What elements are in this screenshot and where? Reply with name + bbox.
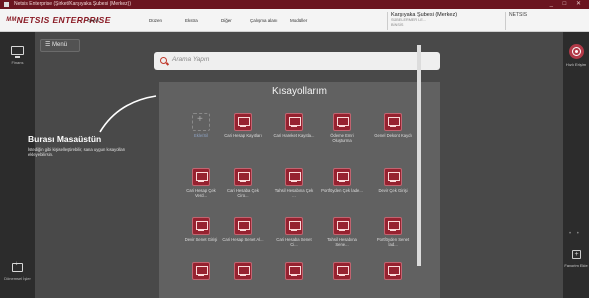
- quick-access-icon[interactable]: [569, 44, 584, 59]
- menubar: ᴹᴹNETSIS ENTERPRISE Genel Düzen Ekstra D…: [0, 9, 589, 32]
- shortcut-icon: [192, 262, 210, 280]
- shortcut-label: Genel Dekont Kaydı: [374, 133, 412, 138]
- shortcut-label: Cari Hesaba Çek Ciro...: [227, 188, 259, 199]
- left-sidebar: Finans Dönemsel İşler: [0, 32, 35, 298]
- menu-duzen[interactable]: Düzen: [149, 18, 162, 23]
- shortcut-tile[interactable]: [372, 262, 414, 298]
- shortcuts-title: Kısayollarım: [271, 86, 327, 97]
- app-icon: [4, 2, 9, 7]
- shortcut-icon: [285, 217, 303, 235]
- welcome-text: İstediğin gibi kişiselleştirebilir, sana…: [28, 147, 126, 158]
- shortcut-tile[interactable]: Devir Senet Girişi: [180, 217, 222, 259]
- add-icon: [192, 113, 210, 131]
- shortcut-label: Portföyden Senet İad...: [376, 237, 410, 248]
- desktop-area: ☰ Menü Arama Yapın Burası Masaüstün İste…: [28, 32, 563, 298]
- search-icon: [160, 57, 167, 64]
- right-sidebar: Hızlı Erişim • • + Favorim Ekle: [563, 32, 589, 298]
- shortcut-tile[interactable]: [180, 262, 222, 298]
- shortcut-label: Portföyden Çek İade...: [321, 188, 363, 193]
- shortcut-icon: [333, 262, 351, 280]
- shortcut-icon: [192, 217, 210, 235]
- donemsel-isler-label[interactable]: Dönemsel İşler: [0, 276, 35, 281]
- shortcut-label: Cari Hesap Çek Verd...: [186, 188, 216, 199]
- menu-button[interactable]: ☰ Menü: [40, 39, 80, 52]
- finans-label[interactable]: Finans: [0, 60, 35, 65]
- shortcut-tile[interactable]: Portföyden Çek İade...: [321, 168, 363, 210]
- shortcut-label: Ödeme Emri Oluşturma: [330, 133, 354, 144]
- shortcut-icon: [333, 168, 351, 186]
- menu-ekstra[interactable]: Ekstra: [185, 18, 198, 23]
- welcome-message: Burası Masaüstün İstediğin gibi kişisell…: [28, 134, 138, 157]
- add-favorite-label[interactable]: Favorim Ekle: [563, 263, 589, 268]
- shortcut-tile[interactable]: Genel Dekont Kaydı: [372, 113, 414, 155]
- shortcut-icon: [384, 113, 402, 131]
- search-bar[interactable]: Arama Yapın: [154, 52, 440, 70]
- shortcut-label: Tahsil Hesabına Çek ...: [274, 188, 314, 199]
- shortcut-label: Cari Hesap Senet Al...: [222, 237, 264, 242]
- shortcut-label: Tahsil Hesabına Sene...: [327, 237, 357, 248]
- shortcut-label: Cari Hareket Kayıtla...: [273, 133, 315, 138]
- shortcut-label: Devir Senet Girişi: [184, 237, 218, 242]
- menu-genel[interactable]: Genel: [87, 18, 99, 23]
- shortcut-icon: [384, 262, 402, 280]
- shortcut-label: Ekle/Sil: [194, 133, 208, 138]
- shortcut-tile[interactable]: Portföyden Senet İad...: [372, 217, 414, 259]
- shortcut-tile[interactable]: [273, 262, 315, 298]
- shortcut-icon: [234, 168, 252, 186]
- shortcut-tile[interactable]: Cari Hesaba Çek Ciro...: [222, 168, 264, 210]
- window-controls[interactable]: _ □ ✕: [550, 0, 585, 9]
- brand-label: NETSIS: [505, 12, 589, 30]
- pager-dots: • •: [569, 231, 581, 237]
- shortcut-tile[interactable]: Ödeme Emri Oluşturma: [321, 113, 363, 155]
- shortcut-icon: [384, 217, 402, 235]
- shortcut-tile[interactable]: Cari Hesaba Senet Ci...: [273, 217, 315, 259]
- menu-calisma-alani[interactable]: Çalışma alanı: [250, 18, 278, 23]
- shortcut-tile[interactable]: Tahsil Hesabına Çek ...: [273, 168, 315, 210]
- shortcut-icon: [192, 168, 210, 186]
- window-title: Netsis Enterprise (Şirket/Karşıyaka Şube…: [14, 1, 131, 7]
- menu-diger[interactable]: Diğer: [221, 18, 232, 23]
- add-shortcut-tile[interactable]: Ekle/Sil: [180, 113, 222, 155]
- shortcut-label: Devir Çek Girişi: [378, 188, 408, 193]
- shortcuts-scrollbar[interactable]: [417, 45, 421, 266]
- window-titlebar: Netsis Enterprise (Şirket/Karşıyaka Şube…: [0, 0, 589, 9]
- shortcut-icon: [234, 217, 252, 235]
- shortcut-tile[interactable]: [321, 262, 363, 298]
- company-sub2: BİNSİS: [391, 22, 404, 27]
- company-selector[interactable]: Karşıyaka Şubesi (Merkez) SÜBELERMER LE.…: [387, 12, 503, 30]
- shortcut-tile[interactable]: [222, 262, 264, 298]
- shortcut-label: Cari Hesap Kayıtları: [224, 133, 262, 138]
- finans-icon[interactable]: [11, 46, 24, 58]
- shortcut-icon: [234, 262, 252, 280]
- add-favorite-icon[interactable]: +: [572, 250, 581, 259]
- shortcut-icon: [384, 168, 402, 186]
- welcome-title: Burası Masaüstün: [28, 134, 102, 144]
- donemsel-isler-icon[interactable]: [12, 261, 23, 272]
- quick-access-label[interactable]: Hızlı Erişim: [563, 62, 589, 67]
- shortcut-tile[interactable]: Tahsil Hesabına Sene...: [321, 217, 363, 259]
- shortcut-tile[interactable]: Cari Hesap Çek Verd...: [180, 168, 222, 210]
- shortcut-tile[interactable]: Cari Hesap Kayıtları: [222, 113, 264, 155]
- menu-moduller[interactable]: Modüller: [290, 18, 307, 23]
- shortcut-icon: [234, 113, 252, 131]
- shortcut-icon: [333, 217, 351, 235]
- shortcut-icon: [285, 168, 303, 186]
- search-input[interactable]: Arama Yapın: [172, 56, 209, 63]
- shortcut-tile[interactable]: Devir Çek Girişi: [372, 168, 414, 210]
- shortcut-icon: [333, 113, 351, 131]
- shortcut-label: Cari Hesaba Senet Ci...: [276, 237, 312, 248]
- shortcut-icon: [285, 262, 303, 280]
- shortcut-tile[interactable]: Cari Hesap Senet Al...: [222, 217, 264, 259]
- shortcut-tile[interactable]: Cari Hareket Kayıtla...: [273, 113, 315, 155]
- shortcuts-panel: Kısayollarım Ekle/Sil Cari Hesap Kayıtlar…: [159, 82, 440, 298]
- shortcut-icon: [285, 113, 303, 131]
- welcome-arrow-curve: [99, 95, 157, 133]
